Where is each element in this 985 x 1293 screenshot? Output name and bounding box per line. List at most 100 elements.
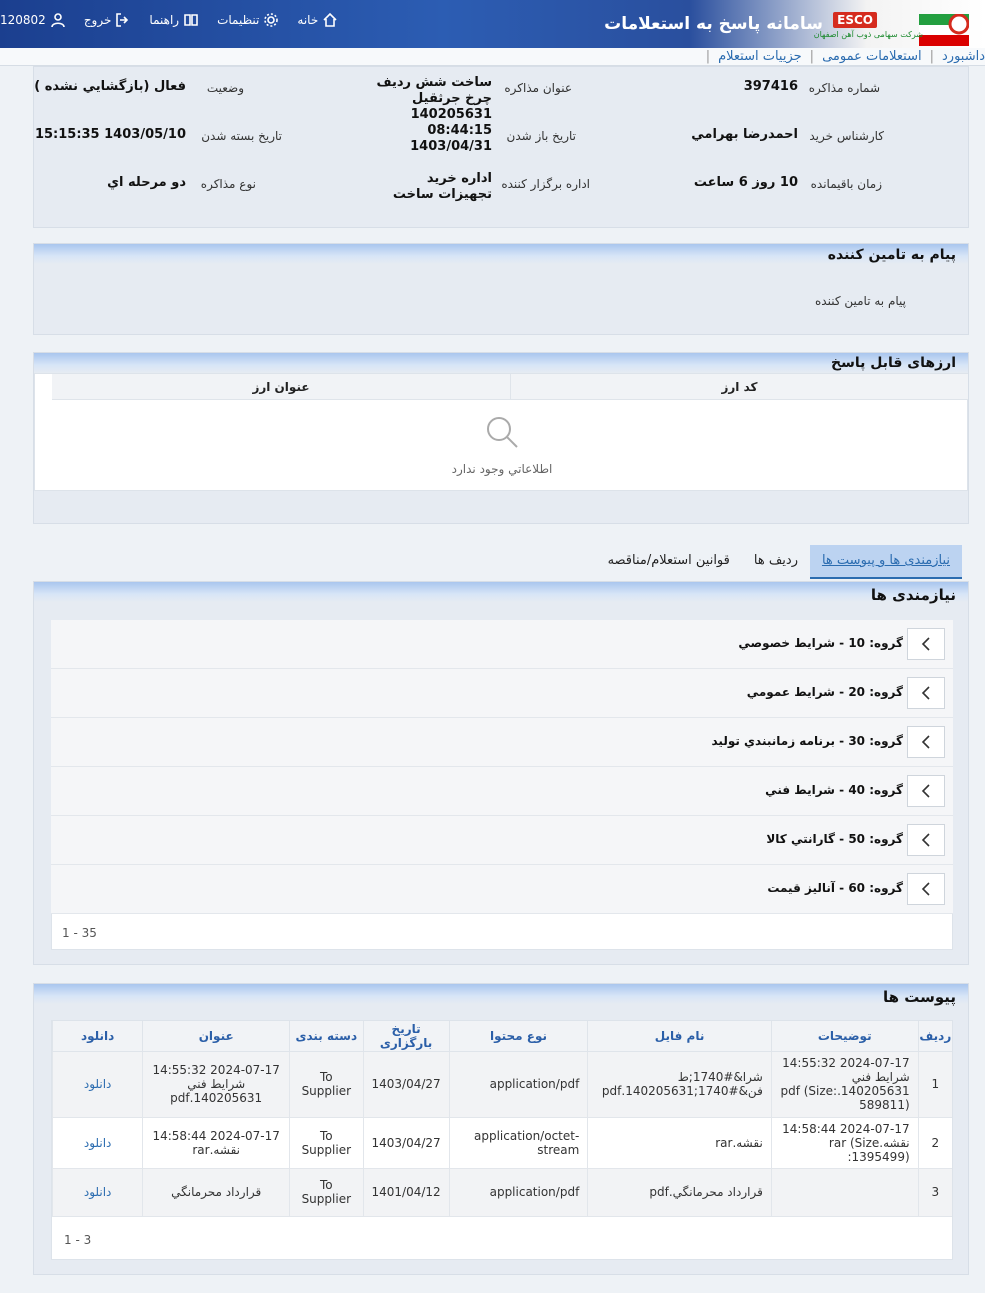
chevron-left-icon[interactable] [907, 873, 945, 905]
subject-label: عنوان مذاکره [504, 81, 572, 95]
message-title: پیام به تامین کننده [827, 247, 956, 263]
nav-settings[interactable]: تنظیمات [217, 12, 279, 28]
download-link[interactable]: دانلود [51, 1051, 143, 1118]
tab-rows[interactable]: ردیف ها [742, 545, 810, 579]
download-link[interactable]: دانلود [51, 1168, 143, 1217]
attachments-header-row: ردیف توضیحات نام فایل نوع محتوا تاریخ با… [51, 1021, 952, 1052]
currencies-table: کد ارز عنوان ارز اطلاعاتي وجود ندارد [34, 373, 968, 491]
subject-value: ساخت شش رديف چرخ جرثقيل 140205631 [376, 75, 492, 122]
col-file-name[interactable]: نام فایل [587, 1021, 772, 1052]
group-label: گروه: 10 - شرايط خصوصي [738, 636, 903, 650]
currencies-panel: ارزهای قابل پاسخ کد ارز عنوان ارز اطلاعا… [33, 352, 969, 524]
breadcrumb-dashboard[interactable]: داشبورد [942, 49, 985, 64]
breadcrumb-separator: | [929, 49, 934, 64]
chevron-left-icon[interactable] [907, 677, 945, 709]
open-date-value: 1403/04/31 [410, 139, 492, 154]
col-row[interactable]: ردیف [917, 1021, 952, 1052]
needs-panel: نیازمندی ها گروه: 10 - شرايط خصوصي گروه:… [33, 581, 969, 965]
logo-badge: ESCO [833, 12, 877, 28]
group-row[interactable]: گروه: 60 - آناليز قيمت [51, 865, 953, 914]
buyer-label: كارشناس خريد [809, 129, 884, 143]
user-icon [51, 13, 65, 28]
breadcrumb-separator: | [705, 49, 711, 64]
currencies-title: ارزهای قابل پاسخ [830, 355, 956, 371]
table-row: 1 2024-07-17 14:55:32 شرايط فني 14020563… [51, 1051, 952, 1118]
type-label: نوع مذاكره [200, 177, 256, 191]
currencies-header-row: کد ارز عنوان ارز [52, 374, 968, 400]
message-text: پیام به تامین کننده [815, 294, 906, 308]
breadcrumb-separator: | [809, 49, 815, 64]
home-icon [323, 12, 337, 27]
col-currency-code[interactable]: کد ارز [510, 374, 968, 399]
status-value: فعال (بازگشايي نشده ) [34, 79, 186, 94]
tab-needs-attachments[interactable]: نیازمندی ها و پیوست ها [809, 545, 962, 579]
status-label: وضعيت [206, 81, 244, 95]
app-title: سامانه پاسخ به استعلامات [604, 14, 823, 34]
col-title[interactable]: عنوان [142, 1021, 290, 1052]
group-row[interactable]: گروه: 10 - شرايط خصوصي [51, 620, 953, 669]
section-header [34, 582, 968, 602]
remaining-value: 10 روز 6 ساعت [693, 175, 798, 190]
office-label: اداره برگزار كننده [501, 177, 590, 191]
gear-icon [264, 13, 279, 27]
close-date-label: تاريخ بسته شدن [201, 129, 282, 143]
download-link[interactable]: دانلود [51, 1117, 143, 1169]
remaining-label: زمان باقيمانده [810, 177, 882, 191]
empty-message: اطلاعاتي وجود ندارد [451, 462, 553, 476]
group-row[interactable]: گروه: 20 - شرايط عمومي [51, 669, 953, 718]
attachments-title: پیوست ها [882, 988, 956, 1006]
top-bar: ESCO شرکت سهامی ذوب آهن اصفهان سامانه پا… [0, 0, 985, 48]
flag-icon [919, 14, 969, 46]
group-label: گروه: 40 - شرايط فني [765, 783, 903, 797]
needs-title: نیازمندی ها [870, 586, 956, 604]
open-time-value: 08:44:15 [427, 123, 492, 138]
group-row[interactable]: گروه: 30 - برنامه زمانبندي توليد [51, 718, 953, 767]
logo-subtitle: شرکت سهامی ذوب آهن اصفهان [813, 30, 923, 39]
col-content-type[interactable]: نوع محتوا [448, 1021, 588, 1052]
chevron-left-icon[interactable] [907, 726, 945, 758]
col-currency-title[interactable]: عنوان ارز [52, 374, 510, 399]
breadcrumb: داشبورد | استعلامات عمومی | جزییات استعل… [0, 48, 985, 66]
needs-pager: 1 - 35 [62, 926, 97, 940]
group-label: گروه: 60 - آناليز قيمت [767, 881, 903, 895]
table-row: 2 2024-07-17 14:58:44 نقشه.rar (Size :13… [51, 1117, 952, 1169]
detail-tabs: نیازمندی ها و پیوست ها ردیف ها قوانین اس… [596, 545, 962, 579]
group-row[interactable]: گروه: 40 - شرايط فني [51, 767, 953, 816]
table-row: 3 قرارداد محرمانگي.pdf application/pdf 1… [51, 1168, 952, 1217]
number-label: شماره مذاکره [808, 81, 880, 95]
office-value: اداره خريد تجهيزات ساخت [392, 171, 492, 202]
attachments-panel: پیوست ها ردیف توضیحات نام فایل نوع محتوا… [33, 983, 969, 1275]
attachments-pager: 1 - 3 [64, 1233, 92, 1247]
nav-home[interactable]: خانه [297, 12, 338, 28]
type-value: دو مرحله اي [107, 175, 186, 190]
details-panel: شماره مذاکره 397416 عنوان مذاکره ساخت شش… [33, 66, 969, 228]
breadcrumb-public-inquiries[interactable]: استعلامات عمومی [822, 49, 922, 64]
number-value: 397416 [743, 79, 798, 94]
search-icon [487, 417, 518, 448]
attachments-table-wrap: ردیف توضیحات نام فایل نوع محتوا تاریخ با… [51, 1020, 953, 1260]
tab-rules[interactable]: قوانین استعلام/مناقصه [596, 545, 742, 579]
close-date-value: 1403/05/10 15:15:35 [34, 127, 186, 142]
section-header [34, 353, 968, 373]
chevron-left-icon[interactable] [907, 824, 945, 856]
col-upload-date[interactable]: تاریخ بارگزاری [362, 1021, 450, 1052]
breadcrumb-inquiry-details[interactable]: جزییات استعلام [718, 49, 802, 64]
nav-user[interactable]: 120802 [0, 12, 66, 28]
group-label: گروه: 30 - برنامه زمانبندي توليد [711, 734, 904, 748]
nav-logout[interactable]: خروج [84, 12, 132, 28]
book-icon [184, 14, 198, 26]
top-nav: خانه تنظیمات راهنما خروج 120802 [0, 12, 338, 28]
logout-icon [116, 13, 129, 27]
chevron-left-icon[interactable] [907, 628, 945, 660]
open-date-label: تاريخ باز شدن [506, 129, 576, 143]
group-row[interactable]: گروه: 50 - گارانتي كالا [51, 816, 953, 865]
group-label: گروه: 50 - گارانتي كالا [766, 832, 903, 846]
col-category[interactable]: دسته بندی [289, 1021, 363, 1052]
col-download[interactable]: دانلود [51, 1021, 143, 1052]
nav-help[interactable]: راهنما [149, 12, 199, 28]
supplier-message-panel: پیام به تامین کننده پیام به تامین کننده [33, 243, 969, 335]
col-description[interactable]: توضیحات [770, 1021, 919, 1052]
buyer-value: احمدرضا بهرامي [691, 127, 798, 142]
chevron-left-icon[interactable] [907, 775, 945, 807]
attachments-table: ردیف توضیحات نام فایل نوع محتوا تاریخ با… [51, 1021, 952, 1217]
